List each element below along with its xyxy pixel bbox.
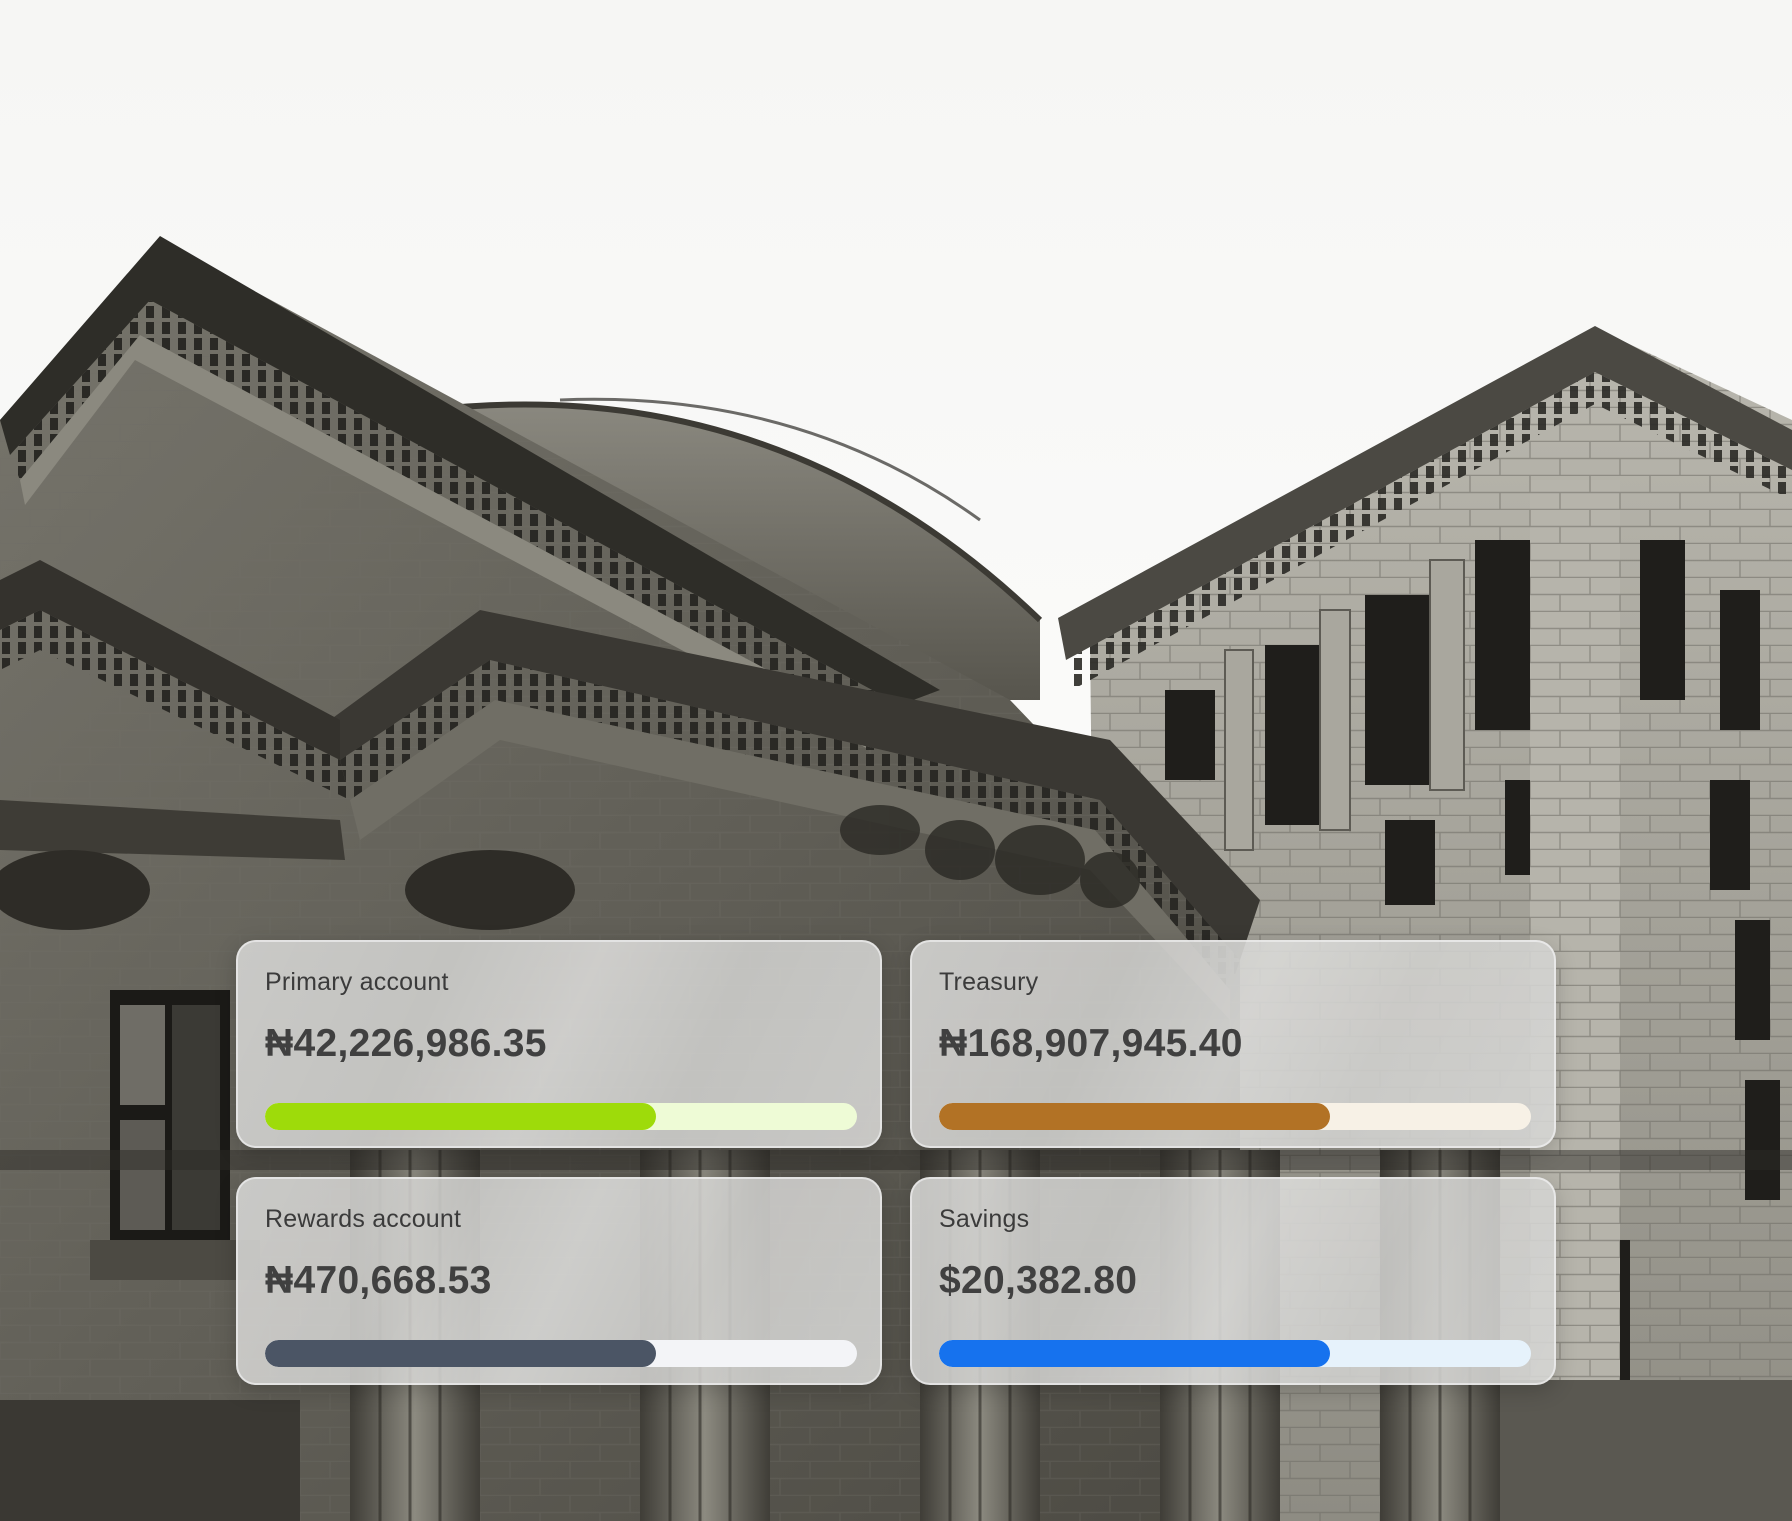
account-card-treasury[interactable]: Treasury ₦168,907,945.40 bbox=[910, 940, 1556, 1148]
account-label: Rewards account bbox=[265, 1205, 462, 1233]
account-card-savings[interactable]: Savings $20,382.80 bbox=[910, 1177, 1556, 1385]
account-card-rewards[interactable]: Rewards account ₦470,668.53 bbox=[236, 1177, 882, 1385]
account-label: Treasury bbox=[939, 968, 1039, 996]
progress-bar bbox=[265, 1340, 857, 1367]
account-balance: ₦168,907,945.40 bbox=[939, 1022, 1243, 1065]
progress-bar-fill bbox=[265, 1340, 656, 1367]
progress-bar-fill bbox=[939, 1103, 1330, 1130]
account-label: Primary account bbox=[265, 968, 449, 996]
account-label: Savings bbox=[939, 1205, 1030, 1233]
account-card-primary[interactable]: Primary account ₦42,226,986.35 bbox=[236, 940, 882, 1148]
progress-bar-fill bbox=[265, 1103, 656, 1130]
progress-bar bbox=[265, 1103, 857, 1130]
account-balance: ₦42,226,986.35 bbox=[265, 1022, 547, 1065]
progress-bar-fill bbox=[939, 1340, 1330, 1367]
progress-bar bbox=[939, 1103, 1531, 1130]
account-balance: $20,382.80 bbox=[939, 1259, 1138, 1302]
progress-bar bbox=[939, 1340, 1531, 1367]
account-balance: ₦470,668.53 bbox=[265, 1259, 492, 1302]
